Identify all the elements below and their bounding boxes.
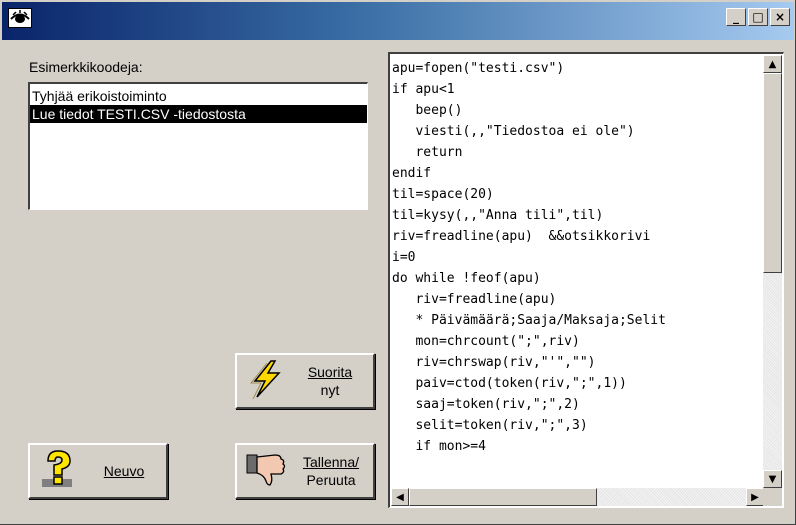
thumbs-down-icon (245, 449, 289, 494)
code-line[interactable]: til=kysy(,,"Anna tili",til) (392, 205, 762, 226)
code-editor[interactable]: apu=fopen("testi.csv") if apu<1 beep() vi… (388, 52, 784, 508)
save-label-line2: Peruuta (306, 472, 356, 488)
code-area[interactable]: apu=fopen("testi.csv") if apu<1 beep() vi… (392, 58, 762, 488)
code-line[interactable]: return (392, 142, 762, 163)
scroll-right-button[interactable]: ▶ (746, 488, 764, 506)
help-button[interactable]: Neuvo (28, 443, 168, 499)
code-line[interactable]: mon=chrcount(";",riv) (392, 331, 762, 352)
code-line[interactable]: saaj=token(riv,";",2) (392, 394, 762, 415)
save-cancel-button[interactable]: Tallenna/ Peruuta (235, 443, 375, 499)
title-bar[interactable]: _ □ × (2, 2, 794, 40)
minimize-button[interactable]: _ (726, 8, 746, 26)
code-line[interactable]: riv=freadline(apu) &&otsikkorivi (392, 226, 762, 247)
list-item-read-csv[interactable]: Lue tiedot TESTI.CSV -tiedostosta (30, 105, 367, 123)
help-label: Neuvo (103, 463, 145, 479)
examples-list[interactable]: Tyhjää erikoistoiminto Lue tiedot TESTI.… (28, 82, 368, 210)
run-label-line2: nyt (320, 382, 340, 398)
code-line[interactable]: endif (392, 163, 762, 184)
code-line[interactable]: paiv=ctod(token(riv,";",1)) (392, 373, 762, 394)
run-label-line1: Suorita (307, 364, 353, 380)
scroll-corner (763, 488, 782, 506)
code-line[interactable]: beep() (392, 100, 762, 121)
code-line[interactable]: viesti(,,"Tiedostoa ei ole") (392, 121, 762, 142)
scroll-left-button[interactable]: ◀ (391, 488, 409, 506)
editor-window: _ □ × Esimerkkikoodeja: Tyhjää erikoisto… (0, 0, 796, 525)
code-line[interactable]: * Päivämäärä;Saaja/Maksaja;Selit (392, 310, 762, 331)
close-button[interactable]: × (770, 8, 790, 26)
code-line[interactable]: selit=token(riv,";",3) (392, 415, 762, 436)
horizontal-scroll-thumb[interactable] (409, 488, 597, 506)
code-line[interactable]: til=space(20) (392, 184, 762, 205)
save-cancel-label: Tallenna/ Peruuta (289, 453, 373, 489)
save-label-line1: Tallenna/ (302, 454, 360, 470)
vertical-scrollbar[interactable]: ▲ ▼ (763, 55, 782, 488)
eye-icon[interactable] (8, 8, 32, 28)
question-icon (38, 447, 82, 496)
scroll-down-button[interactable]: ▼ (763, 470, 782, 488)
code-line[interactable]: i=0 (392, 247, 762, 268)
code-line[interactable]: if mon>=4 (392, 436, 762, 457)
code-line[interactable]: apu=fopen("testi.csv") (392, 58, 762, 79)
code-line[interactable]: riv=chrswap(riv,"'","") (392, 352, 762, 373)
code-line[interactable]: if apu<1 (392, 79, 762, 100)
horizontal-scrollbar[interactable]: ◀ ▶ (391, 488, 764, 506)
code-line[interactable]: do while !feof(apu) (392, 268, 762, 289)
help-label-wrap: Neuvo (82, 462, 166, 480)
maximize-button[interactable]: □ (748, 8, 768, 26)
code-line[interactable]: riv=freadline(apu) (392, 289, 762, 310)
list-item-empty-function[interactable]: Tyhjää erikoistoiminto (30, 87, 367, 105)
lightning-icon (247, 359, 287, 404)
scroll-up-button[interactable]: ▲ (763, 55, 782, 73)
run-now-button[interactable]: Suorita nyt (235, 353, 375, 409)
caption-buttons: _ □ × (726, 8, 790, 26)
examples-label: Esimerkkikoodeja: (29, 59, 143, 75)
vertical-scroll-thumb[interactable] (763, 73, 782, 273)
run-now-label: Suorita nyt (287, 363, 373, 399)
